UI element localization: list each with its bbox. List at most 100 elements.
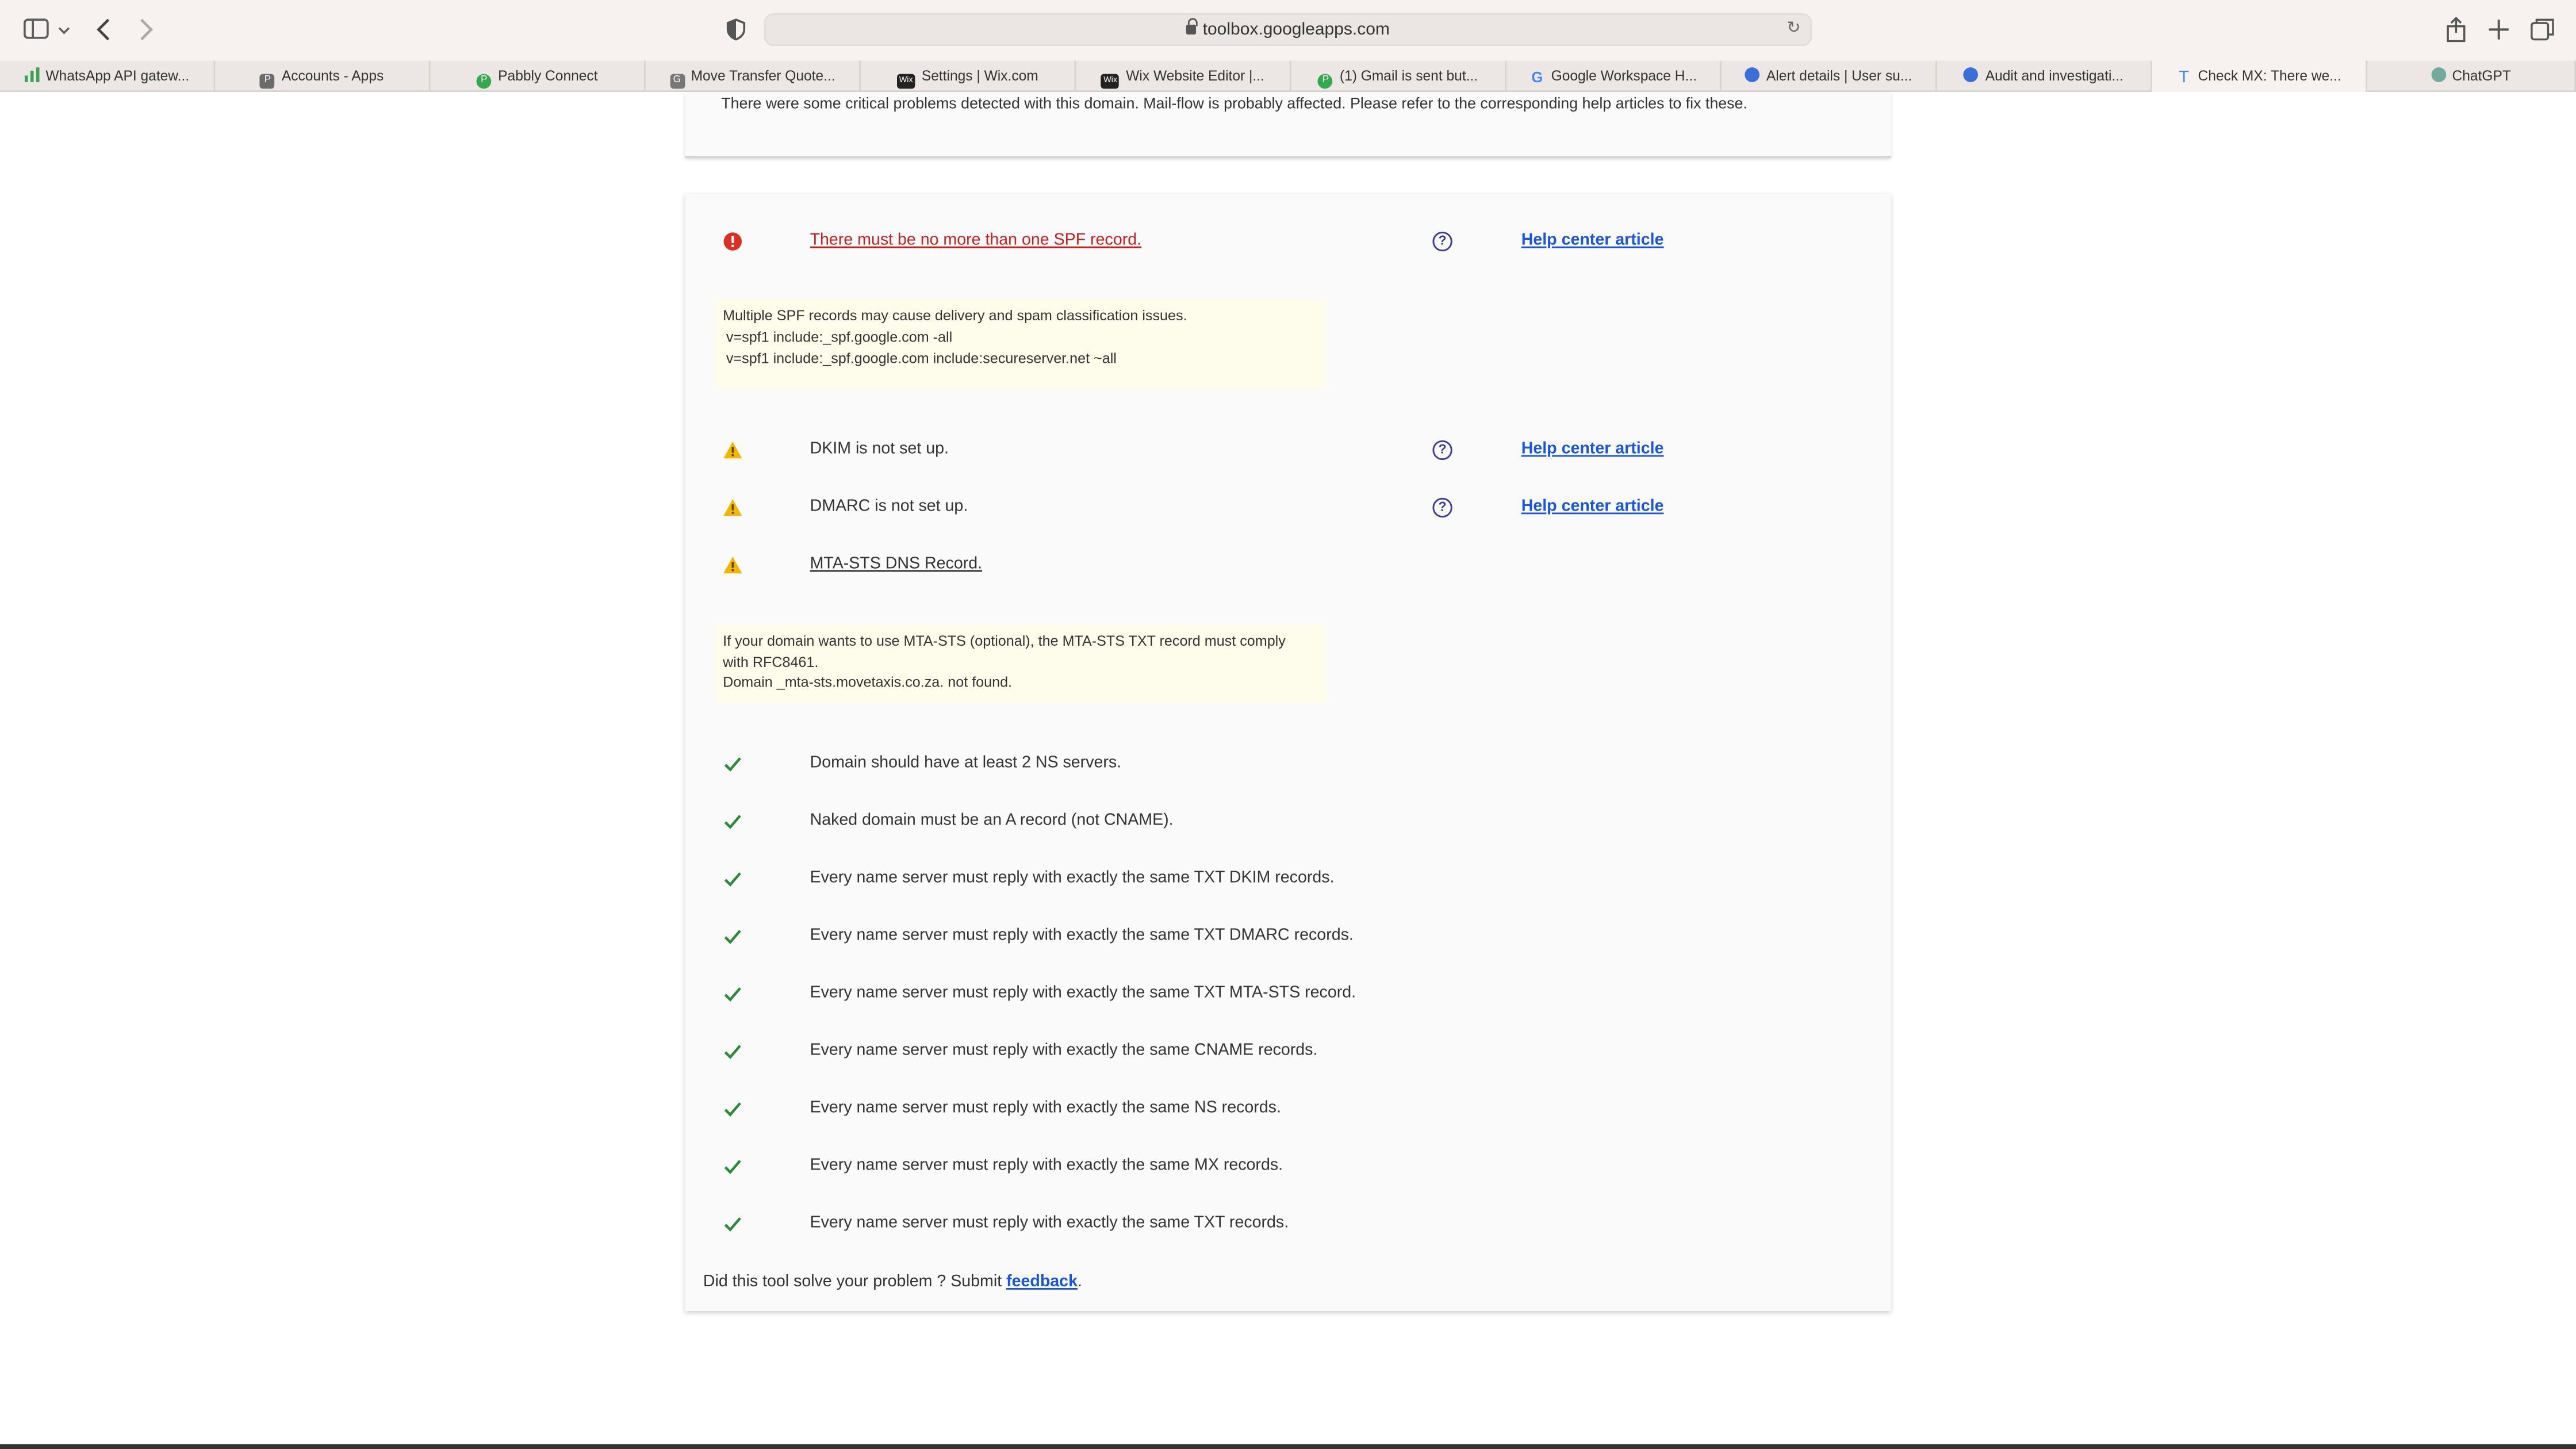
browser-tab[interactable]: P Pabbly Connect <box>431 60 646 92</box>
passed-check-text: Domain should have at least 2 NS servers… <box>810 754 1122 772</box>
tab-label: Google Workspace H... <box>1551 67 1697 84</box>
browser-tab[interactable]: ChatGPT <box>2367 60 2576 92</box>
summary-text: There were some critical problems detect… <box>721 93 1747 112</box>
help-question-icon[interactable]: ? <box>1432 497 1452 518</box>
tab-label: Move Transfer Quote... <box>691 67 835 84</box>
url-text: toolbox.googleapps.com <box>765 18 1810 40</box>
check-icon <box>724 930 741 944</box>
tab-favicon-icon: G <box>669 74 685 89</box>
dkim-help-link[interactable]: Help center article <box>1521 440 1664 458</box>
passed-check-row: Every name server must reply with exactl… <box>685 981 1891 1007</box>
spf-help-link[interactable]: Help center article <box>1521 232 1664 250</box>
lock-icon <box>1186 18 1198 34</box>
tab-favicon-icon: T <box>2179 69 2189 87</box>
forward-icon[interactable] <box>136 17 156 43</box>
summary-card: There were some critical problems detect… <box>685 92 1891 158</box>
passed-check-text: Every name server must reply with exactl… <box>810 1041 1318 1060</box>
mtasts-details-note: If your domain wants to use MTA-STS (opt… <box>714 624 1326 703</box>
passed-check-row: Every name server must reply with exactl… <box>685 866 1891 892</box>
check-icon <box>724 1160 741 1174</box>
browser-tab[interactable]: Alert details | User su... <box>1722 60 1937 92</box>
check-icon <box>724 757 741 772</box>
tab-label: Alert details | User su... <box>1766 67 1912 84</box>
tab-label: Settings | Wix.com <box>921 67 1038 84</box>
browser-tab[interactable]: G Move Transfer Quote... <box>646 60 861 92</box>
reload-icon[interactable]: ↻ <box>1787 20 1800 37</box>
passed-check-text: Every name server must reply with exactl… <box>810 1156 1283 1175</box>
tab-favicon-icon <box>24 67 39 82</box>
bottom-edge <box>0 1444 2576 1449</box>
tab-favicon-icon: Wix <box>897 74 915 89</box>
tab-label: Accounts - Apps <box>281 67 384 84</box>
passed-check-row: Every name server must reply with exactl… <box>685 1038 1891 1065</box>
passed-check-row: Every name server must reply with exactl… <box>685 923 1891 950</box>
back-icon[interactable] <box>94 17 113 43</box>
tab-favicon-icon: Wix <box>1101 74 1120 89</box>
browser-tab[interactable]: T Check MX: There we... <box>2152 60 2368 92</box>
error-icon <box>723 232 742 251</box>
dmarc-help-link[interactable]: Help center article <box>1521 498 1664 516</box>
new-tab-icon[interactable] <box>2487 17 2510 43</box>
passed-check-row: Every name server must reply with exactl… <box>685 1211 1891 1237</box>
warning-icon <box>723 557 742 574</box>
check-icon <box>724 872 741 887</box>
browser-tab[interactable]: P Accounts - Apps <box>215 60 431 92</box>
tab-label: Audit and investigati... <box>1985 67 2123 84</box>
check-icon <box>724 987 741 1002</box>
warning-icon <box>723 499 742 516</box>
tab-label: Check MX: There we... <box>2198 67 2341 84</box>
address-bar[interactable]: toolbox.googleapps.com ↻ <box>764 13 1812 46</box>
note-line: Domain _mta-sts.movetaxis.co.za. not fou… <box>723 673 1013 690</box>
warning-icon <box>723 442 742 459</box>
tab-label: WhatsApp API gatew... <box>45 67 190 84</box>
help-question-icon[interactable]: ? <box>1432 231 1452 252</box>
tab-favicon-icon: G <box>1531 69 1543 86</box>
tab-label: (1) Gmail is sent but... <box>1339 67 1478 84</box>
tab-favicon-icon: P <box>1318 74 1333 89</box>
spf-issue-title[interactable]: There must be no more than one SPF recor… <box>810 232 1142 250</box>
passed-check-text: Every name server must reply with exactl… <box>810 926 1354 945</box>
browser-toolbar: toolbox.googleapps.com ↻ <box>0 0 2576 61</box>
passed-check-row: Every name server must reply with exactl… <box>685 1153 1891 1180</box>
dkim-issue-row: DKIM is not set up. ? Help center articl… <box>685 437 1891 463</box>
browser-tab[interactable]: Wix Settings | Wix.com <box>861 60 1076 92</box>
dmarc-issue-row: DMARC is not set up. ? Help center artic… <box>685 494 1891 521</box>
tab-bar: WhatsApp API gatew... P Accounts - Apps P Pa… <box>0 60 2576 92</box>
passed-check-text: Every name server must reply with exactl… <box>810 1214 1289 1232</box>
passed-check-text: Every name server must reply with exactl… <box>810 1099 1281 1117</box>
tab-label: Pabbly Connect <box>498 67 598 84</box>
mtasts-issue-row: MTA-STS DNS Record. <box>685 552 1891 578</box>
passed-check-row: Every name server must reply with exactl… <box>685 1096 1891 1122</box>
feedback-link[interactable]: feedback <box>1006 1273 1078 1291</box>
tab-label: ChatGPT <box>2452 67 2511 84</box>
feedback-prompt: Did this tool solve your problem ? Submi… <box>703 1273 1082 1291</box>
browser-tab[interactable]: Wix Wix Website Editor |... <box>1076 60 1291 92</box>
note-line: Multiple SPF records may cause delivery … <box>723 307 1187 324</box>
help-question-icon[interactable]: ? <box>1432 440 1452 460</box>
tab-favicon-icon <box>1745 67 1760 82</box>
check-icon <box>724 1045 741 1059</box>
tab-overview-icon[interactable] <box>2530 17 2556 43</box>
note-line: If your domain wants to use MTA-STS (opt… <box>723 632 1286 649</box>
spf-issue-row: There must be no more than one SPF recor… <box>685 228 1891 255</box>
chevron-down-icon[interactable] <box>56 17 72 43</box>
passed-check-row: Naked domain must be an A record (not CN… <box>685 808 1891 835</box>
mtasts-issue-title[interactable]: MTA-STS DNS Record. <box>810 555 983 573</box>
dmarc-issue-title: DMARC is not set up. <box>810 497 968 516</box>
sidebar-toggle-icon[interactable] <box>23 17 52 43</box>
browser-tab[interactable]: WhatsApp API gatew... <box>0 60 216 92</box>
share-icon[interactable] <box>2444 17 2467 43</box>
spf-details-note: Multiple SPF records may cause delivery … <box>714 299 1326 390</box>
privacy-shield-icon[interactable] <box>724 17 747 43</box>
passed-check-row: Domain should have at least 2 NS servers… <box>685 751 1891 777</box>
tab-favicon-icon: P <box>260 74 275 89</box>
tab-favicon-icon <box>2431 67 2446 82</box>
browser-tab[interactable]: Audit and investigati... <box>1937 60 2152 92</box>
passed-check-text: Every name server must reply with exactl… <box>810 869 1335 887</box>
check-icon <box>724 1217 741 1232</box>
note-line: with RFC8461. <box>723 653 819 670</box>
tab-favicon-icon <box>1964 67 1979 82</box>
browser-tab[interactable]: G Google Workspace H... <box>1506 60 1722 92</box>
note-line: v=spf1 include:_spf.google.com include:s… <box>726 350 1117 367</box>
browser-tab[interactable]: P (1) Gmail is sent but... <box>1291 60 1506 92</box>
